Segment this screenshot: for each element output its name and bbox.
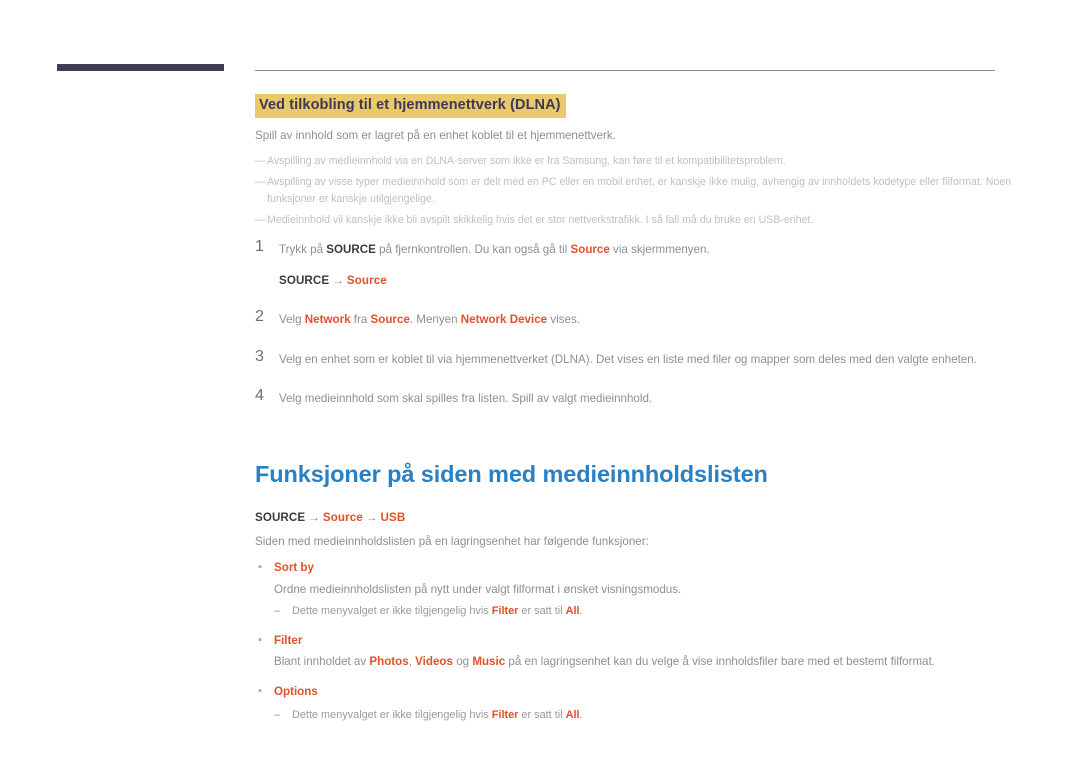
step-text-post: vises. — [547, 313, 580, 327]
feature-title: Options — [274, 684, 318, 698]
dlna-section-heading: Ved tilkobling til et hjemmenettverk (DL… — [255, 94, 566, 118]
feature-item-sort-by: ▪ Sort by Ordne medieinnholdslisten på n… — [255, 560, 1015, 620]
feature-title: Sort by — [274, 561, 314, 575]
desc-post: på en lagringsenhet kan du velge å vise … — [505, 655, 936, 669]
note-text: Medieinnhold vil kanskje ikke bli avspil… — [267, 214, 814, 227]
feature-description: Blant innholdet av Photos, Videos og Mus… — [274, 653, 1015, 670]
step-text-mid2: . Menyen — [409, 313, 461, 327]
header-divider-rule — [255, 70, 995, 71]
subnote-pre: Dette menyvalget er ikke tilgjengelig hv… — [292, 605, 492, 618]
step-text-mid: på fjernkontrollen. Du kan også gå til — [375, 242, 571, 256]
note-text: Avspilling av visse typer medieinnhold s… — [267, 176, 1012, 205]
dlna-lead-paragraph: Spill av innhold som er lagret på en enh… — [255, 128, 616, 142]
media-list-section-heading: Funksjoner på siden med medieinnholdslis… — [255, 461, 768, 488]
feature-item-options: ▪ Options – Dette menyvalget er ikke til… — [255, 684, 1015, 723]
feature-subnote: – Dette menyvalget er ikke tilgjengelig … — [274, 707, 1015, 723]
subnote-mid: er satt til — [518, 605, 566, 618]
desc-keyword-music: Music — [472, 655, 506, 669]
subnote-keyword-filter: Filter — [491, 605, 519, 618]
subnote-text: Dette menyvalget er ikke tilgjengelig hv… — [292, 707, 1015, 723]
path-root: SOURCE — [255, 510, 306, 524]
square-bullet-icon: ▪ — [258, 633, 262, 646]
step-item: 2 Velg Network fra Source. Menyen Networ… — [255, 308, 1015, 328]
path-node-source: Source — [346, 273, 387, 287]
dlna-heading-wrapper: Ved tilkobling til et hjemmenettverk (DL… — [255, 94, 1015, 118]
document-content: Ved tilkobling til et hjemmenettverk (DL… — [255, 94, 1015, 736]
dlna-notes-list: — Avspilling av medieinnhold via en DLNA… — [255, 153, 1015, 229]
media-list-breadcrumb-path: SOURCE → Source → USB — [255, 511, 1015, 524]
subnote-pre: Dette menyvalget er ikke tilgjengelig hv… — [292, 708, 492, 721]
desc-keyword-photos: Photos — [369, 655, 409, 669]
feature-item-filter: ▪ Filter Blant innholdet av Photos, Vide… — [255, 633, 1015, 671]
square-bullet-icon: ▪ — [258, 684, 262, 697]
path-node-source: Source — [322, 510, 363, 524]
step-text: Velg Network fra Source. Menyen Network … — [279, 311, 1015, 328]
step-body: Trykk på SOURCE på fjernkontrollen. Du k… — [279, 239, 1015, 290]
path-root: SOURCE — [279, 273, 330, 287]
step-body: Velg Network fra Source. Menyen Network … — [279, 309, 1015, 328]
step-keyword-source: Source — [370, 313, 410, 327]
header-accent-bar — [57, 64, 224, 71]
step-item: 4 Velg medieinnhold som skal spilles fra… — [255, 387, 1015, 407]
media-list-lead-paragraph: Siden med medieinnholdslisten på en lagr… — [255, 534, 649, 548]
em-dash-marker: — — [255, 154, 266, 167]
media-list-features: ▪ Sort by Ordne medieinnholdslisten på n… — [255, 560, 1015, 723]
feature-description: Ordne medieinnholdslisten på nytt under … — [274, 582, 682, 596]
subnote-text: Dette menyvalget er ikke tilgjengelig hv… — [292, 603, 1015, 619]
em-dash-marker: — — [255, 214, 266, 227]
step-item: 1 Trykk på SOURCE på fjernkontrollen. Du… — [255, 237, 1015, 290]
desc-pre: Blant innholdet av — [274, 655, 370, 669]
path-arrow-icon: → — [308, 510, 320, 524]
desc-mid2: og — [452, 655, 473, 669]
step-text-post: via skjermmenyen. — [609, 242, 710, 256]
path-node-usb: USB — [380, 510, 406, 524]
subnote-keyword-all: All — [565, 605, 580, 618]
note-item: — Avspilling av visse typer medieinnhold… — [255, 174, 1015, 207]
subnote-mid: er satt til — [518, 708, 566, 721]
feature-heading-row: ▪ Filter — [255, 633, 1015, 650]
step-keyword-source-remote: SOURCE — [326, 242, 376, 256]
feature-heading-row: ▪ Sort by — [255, 560, 1015, 577]
subnote-post: . — [579, 708, 583, 721]
step-keyword-network: Network — [304, 313, 351, 327]
step-text-pre: Trykk på — [279, 242, 327, 256]
note-item: — Avspilling av medieinnhold via en DLNA… — [255, 153, 1015, 169]
square-bullet-icon: ▪ — [258, 561, 262, 574]
feature-title: Filter — [274, 633, 303, 647]
note-text: Avspilling av medieinnhold via en DLNA-s… — [267, 154, 786, 167]
path-arrow-icon: → — [365, 510, 378, 524]
step-number: 4 — [255, 387, 264, 405]
feature-heading-row: ▪ Options — [255, 684, 1015, 701]
note-item: — Medieinnhold vil kanskje ikke bli avsp… — [255, 212, 1015, 228]
step-text-pre: Velg — [279, 313, 305, 327]
dash-marker-icon: – — [274, 605, 281, 618]
subnote-keyword-all: All — [565, 708, 580, 721]
page-header — [0, 0, 1080, 90]
step-item: 3 Velg en enhet som er koblet til via hj… — [255, 347, 1015, 368]
step-body: Velg en enhet som er koblet til via hjem… — [279, 352, 977, 366]
step-body: Velg medieinnhold som skal spilles fra l… — [279, 392, 653, 406]
path-arrow-icon: → — [332, 273, 344, 287]
subnote-post: . — [579, 605, 583, 618]
step-number: 1 — [255, 237, 264, 255]
step-keyword-source-menu: Source — [570, 242, 610, 256]
step-keyword-network-device: Network Device — [460, 313, 548, 327]
em-dash-marker: — — [255, 176, 266, 189]
step-text: Trykk på SOURCE på fjernkontrollen. Du k… — [279, 241, 1015, 258]
dlna-steps-list: 1 Trykk på SOURCE på fjernkontrollen. Du… — [255, 237, 1015, 408]
feature-subnote: – Dette menyvalget er ikke tilgjengelig … — [274, 603, 1015, 619]
step-number: 2 — [255, 308, 264, 326]
step-text-mid: fra — [350, 313, 371, 327]
desc-keyword-videos: Videos — [415, 655, 453, 669]
step-breadcrumb-path: SOURCE → Source — [279, 272, 1015, 289]
dash-marker-icon: – — [274, 708, 281, 721]
subnote-keyword-filter: Filter — [491, 708, 519, 721]
step-number: 3 — [255, 347, 264, 365]
